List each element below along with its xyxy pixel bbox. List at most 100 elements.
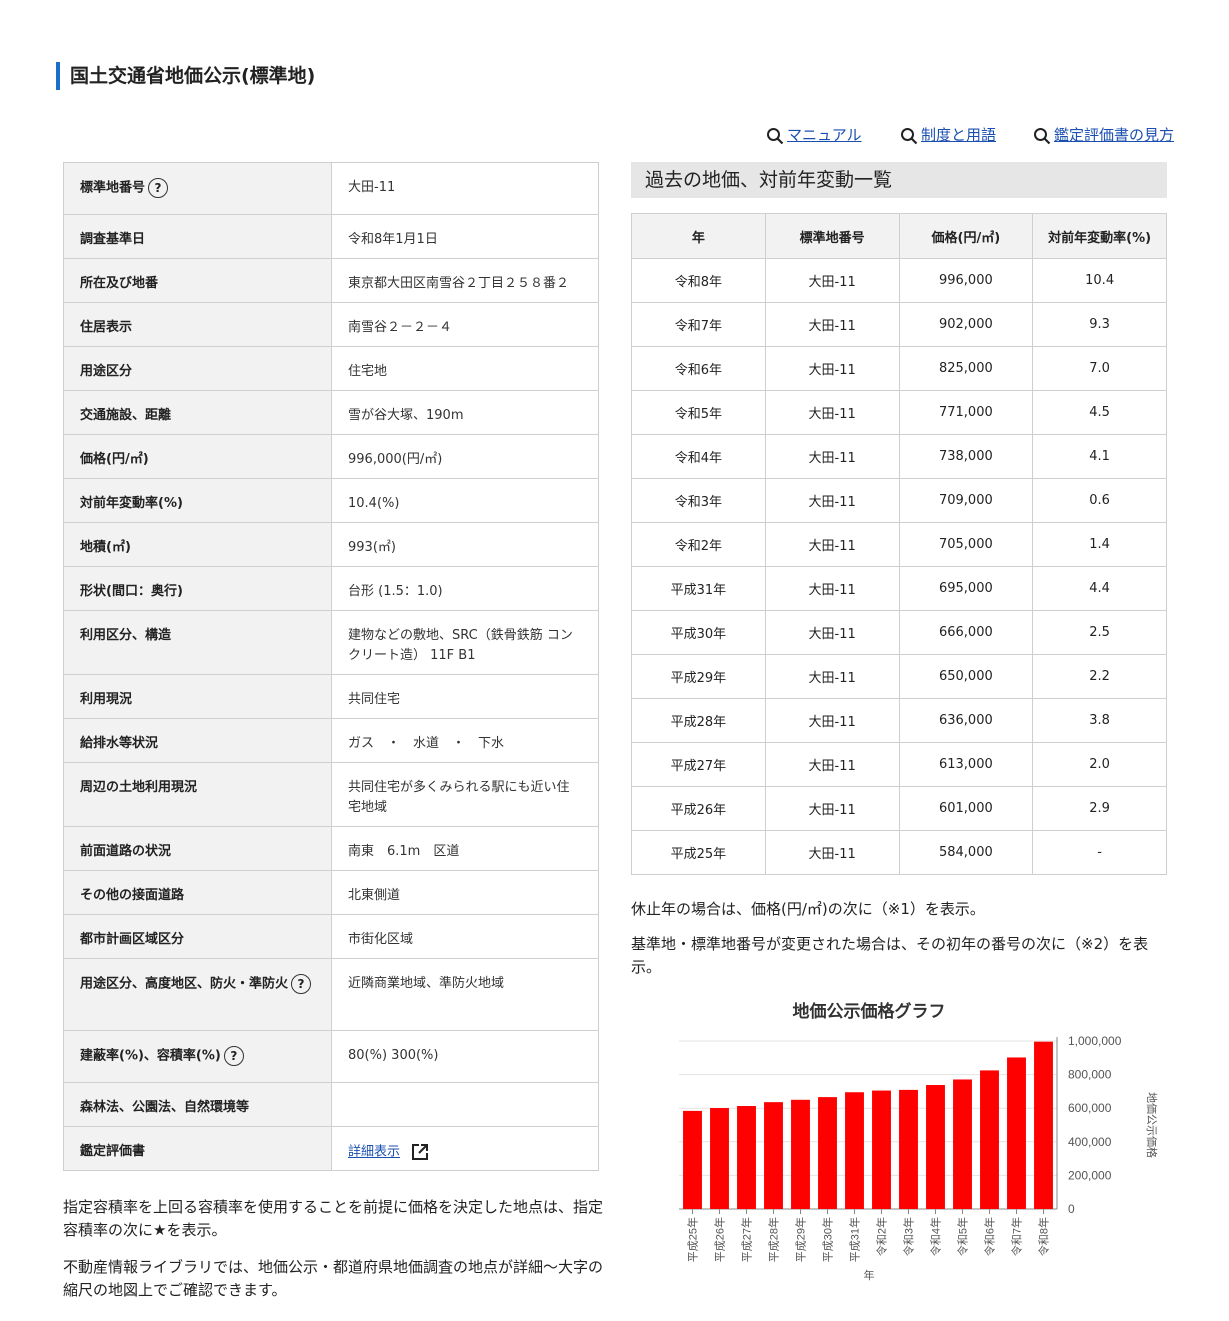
x-tick-label: 令和6年 [983, 1217, 997, 1256]
detail-value: ガス ・ 水道 ・ 下水 [331, 718, 599, 763]
y-tick-label: 400,000 [1068, 1135, 1112, 1149]
detail-row: 所在及び地番 東京都大田区南雪谷２丁目２５８番２ [63, 258, 599, 303]
history-change: 7.0 [1032, 346, 1167, 391]
terms-link[interactable]: 制度と用語 [900, 124, 996, 145]
detail-value-text: 共同住宅 [348, 692, 401, 707]
detail-label-text: 鑑定評価書 [80, 1144, 146, 1159]
detail-label-text: 建蔽率(%)、容積率(%) [80, 1048, 221, 1064]
chart-bar [953, 1079, 972, 1209]
detail-label-text: 都市計画区域区分 [80, 932, 185, 947]
history-change: 2.9 [1032, 786, 1167, 831]
history-year: 令和3年 [631, 478, 766, 523]
appraisal-guide-link[interactable]: 鑑定評価書の見方 [1033, 124, 1174, 145]
external-link-icon[interactable] [410, 1142, 430, 1162]
detail-label: 鑑定評価書 [63, 1126, 332, 1171]
history-header-price: 価格(円/㎡) [898, 213, 1034, 259]
history-year: 平成29年 [631, 654, 766, 699]
appraisal-detail-link[interactable]: 詳細表示 [348, 1145, 400, 1160]
detail-row: 標準地番号? 大田-11 [63, 162, 599, 215]
history-row: 平成28年 大田-11 636,000 3.8 [631, 698, 1167, 743]
detail-row: 交通施設、距離 雪が谷大塚、190m [63, 390, 599, 435]
history-price: 695,000 [898, 566, 1034, 611]
detail-label: 利用現況 [63, 674, 332, 719]
detail-value-text: 993(㎡) [348, 540, 396, 555]
detail-value: 東京都大田区南雪谷２丁目２５８番２ [331, 258, 599, 303]
x-tick-label: 令和4年 [929, 1217, 943, 1256]
detail-label: 周辺の土地利用現況 [63, 762, 332, 827]
history-heading: 過去の地価、対前年変動一覧 [631, 162, 1167, 198]
history-change: 0.6 [1032, 478, 1167, 523]
detail-label-text: 対前年変動率(%) [80, 496, 183, 511]
detail-label: その他の接面道路 [63, 870, 332, 915]
detail-value-text: 雪が谷大塚、190m [348, 408, 464, 423]
x-tick-label: 令和2年 [875, 1217, 889, 1256]
detail-value-text: 住宅地 [348, 364, 388, 379]
search-icon [767, 127, 784, 144]
detail-label-text: 前面道路の状況 [80, 844, 172, 859]
history-price: 902,000 [898, 302, 1034, 347]
y-tick-label: 600,000 [1068, 1101, 1112, 1115]
detail-label-text: 給排水等状況 [80, 736, 159, 751]
chart-bar [872, 1090, 891, 1209]
history-number: 大田-11 [764, 258, 900, 303]
chart-bar [980, 1070, 999, 1209]
detail-label-text: 調査基準日 [80, 232, 146, 247]
detail-label-text: 住居表示 [80, 320, 133, 335]
note-renumbered: 基準地・標準地番号が変更された場合は、その初年の番号の次に（※2）を表示。 [631, 935, 1149, 976]
help-icon[interactable]: ? [148, 178, 169, 198]
detail-value-text: 10.4(%) [348, 496, 400, 511]
history-row: 平成25年 大田-11 584,000- [631, 830, 1167, 875]
detail-label-text: 地積(㎡) [80, 540, 131, 555]
detail-value-text: 台形 (1.5：1.0) [348, 584, 443, 599]
history-number: 大田-11 [764, 742, 900, 787]
history-year: 平成31年 [631, 566, 766, 611]
detail-label-text: 利用現況 [80, 692, 133, 707]
detail-row: 地積(㎡) 993(㎡) [63, 522, 599, 567]
history-number: 大田-11 [764, 390, 900, 435]
chart-bar [683, 1110, 702, 1209]
detail-label-text: その他の接面道路 [80, 888, 185, 903]
detail-value-text: 近隣商業地域、準防火地域 [348, 976, 505, 991]
history-header-change: 対前年変動率(%) [1032, 213, 1167, 259]
detail-value: 80(%) 300(%) [331, 1030, 599, 1083]
detail-value: 993(㎡) [331, 522, 599, 567]
history-year: 平成28年 [631, 698, 766, 743]
history-change: 2.5 [1032, 610, 1167, 655]
detail-row: 用途区分、高度地区、防火・準防火? 近隣商業地域、準防火地域 [63, 958, 599, 1031]
help-icon[interactable]: ? [223, 1046, 244, 1066]
detail-value-text: ガス ・ 水道 ・ 下水 [348, 736, 505, 751]
manual-link[interactable]: マニュアル [766, 124, 862, 145]
y-tick-label: 0 [1068, 1202, 1075, 1216]
x-tick-label: 平成29年 [794, 1217, 808, 1262]
note-library: 不動産情報ライブラリでは、地価公示・都道府県地価調査の地点が詳細〜大字の縮尺の地… [63, 1258, 604, 1299]
detail-label: 所在及び地番 [63, 258, 332, 303]
detail-label: 都市計画区域区分 [63, 914, 332, 959]
history-row: 平成31年 大田-11 695,000 4.4 [631, 566, 1167, 611]
chart-bar [926, 1085, 945, 1209]
help-icon[interactable]: ? [291, 974, 312, 994]
history-price: 738,000 [898, 434, 1034, 479]
history-price: 825,000 [898, 346, 1034, 391]
detail-row: 都市計画区域区分 市街化区域 [63, 914, 599, 959]
history-price: 709,000 [898, 478, 1034, 523]
detail-row: 鑑定評価書 詳細表示 [63, 1126, 599, 1171]
chart-bar [764, 1102, 783, 1209]
detail-table: 標準地番号? 大田-11 調査基準日 令和8年1月1日 所在及び地番 東京都大田区南雪谷２… [63, 162, 599, 1171]
history-number: 大田-11 [764, 786, 900, 831]
history-change: 2.2 [1032, 654, 1167, 699]
detail-value-text: 80(%) 300(%) [348, 1048, 439, 1063]
detail-row: 価格(円/㎡) 996,000(円/㎡) [63, 434, 599, 479]
chart-bar [1007, 1057, 1026, 1209]
detail-value-text: 市街化区域 [348, 932, 414, 947]
detail-value: 住宅地 [331, 346, 599, 391]
history-price: 650,000 [898, 654, 1034, 699]
history-row: 令和4年 大田-11 738,000 4.1 [631, 434, 1167, 479]
detail-value-text: 建物などの敷地、SRC（鉄骨鉄筋 コンクリート造） 11F B1 [348, 628, 573, 663]
history-year: 平成26年 [631, 786, 766, 831]
detail-label: 調査基準日 [63, 214, 332, 259]
detail-value: 南東 6.1m 区道 [331, 826, 599, 871]
history-year: 令和8年 [631, 258, 766, 303]
detail-row: 利用区分、構造 建物などの敷地、SRC（鉄骨鉄筋 コンクリート造） 11F B1 [63, 610, 599, 675]
chart-bar [899, 1089, 918, 1209]
detail-value: 996,000(円/㎡) [331, 434, 599, 479]
